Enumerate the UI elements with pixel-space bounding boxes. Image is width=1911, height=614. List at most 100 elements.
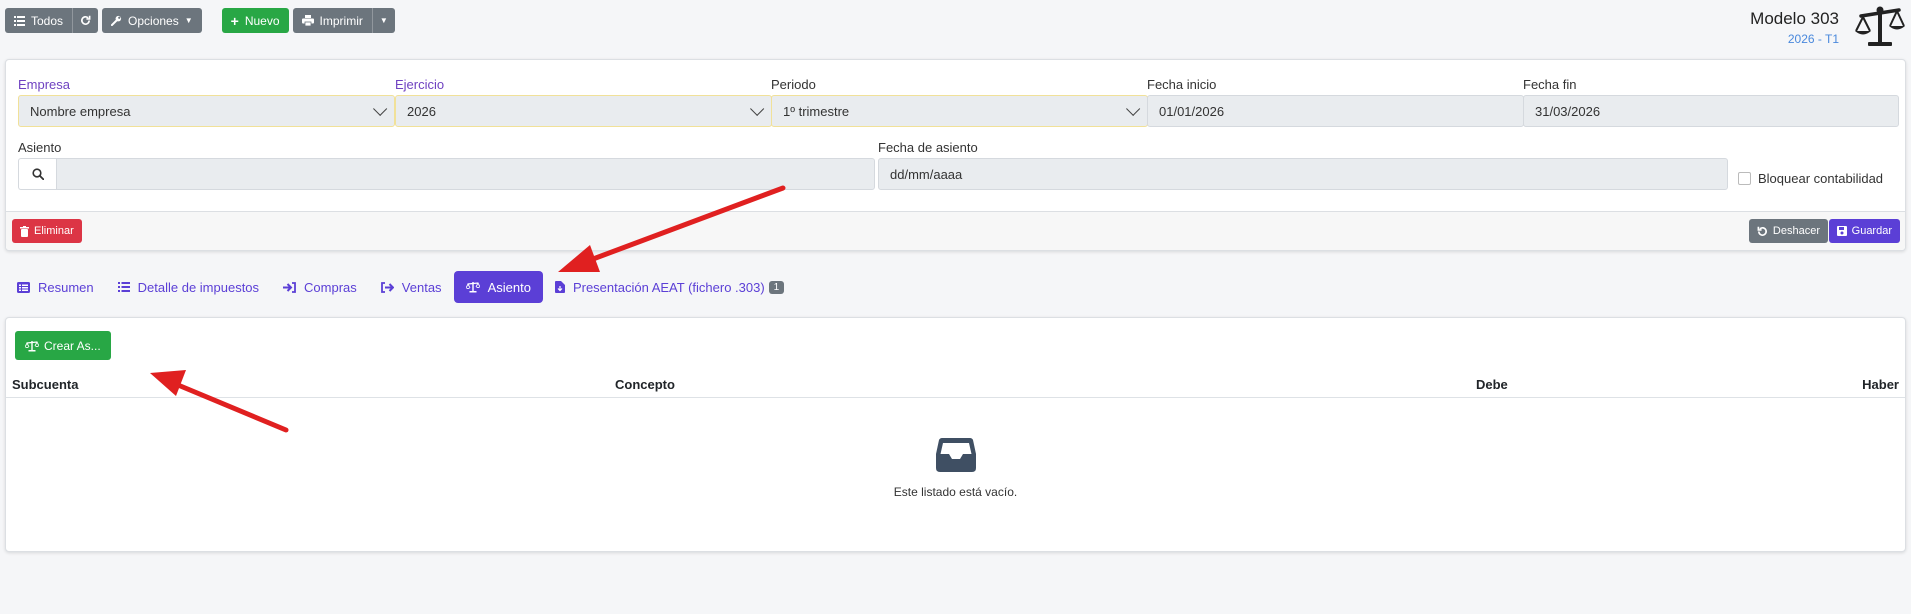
create-entry-button-label: Crear As...	[44, 338, 101, 353]
tab-asiento-label: Asiento	[487, 279, 531, 295]
caret-down-icon: ▼	[379, 16, 388, 25]
empresa-select[interactable]: Nombre empresa	[18, 95, 395, 127]
plus-icon: +	[230, 12, 239, 29]
save-icon	[1836, 226, 1847, 236]
caret-down-icon: ▼	[184, 16, 193, 25]
tab-bar: Resumen Detalle de impuestos Compras Ven…	[5, 271, 796, 303]
fecha-asiento-label: Fecha de asiento	[878, 140, 978, 155]
list-icon	[117, 282, 130, 292]
page-header: Modelo 303 2026 - T1	[1750, 9, 1839, 46]
asiento-search-button[interactable]	[18, 158, 56, 190]
top-toolbar: Todos Opciones ▼ + Nuevo Imprimir ▼	[5, 8, 395, 33]
balance-scale-icon	[25, 340, 39, 351]
fecha-asiento-input[interactable]: dd/mm/aaaa	[878, 158, 1728, 190]
empresa-value: Nombre empresa	[30, 103, 131, 119]
save-button-label: Guardar	[1851, 225, 1892, 237]
lock-accounting-label: Bloquear contabilidad	[1758, 171, 1884, 186]
asiento-field: Asiento	[18, 140, 875, 190]
delete-button-label: Eliminar	[34, 225, 74, 237]
all-button-group: Todos	[5, 8, 99, 33]
fecha-inicio-label: Fecha inicio	[1147, 77, 1217, 92]
tab-resumen[interactable]: Resumen	[5, 271, 106, 303]
delete-button[interactable]: Eliminar	[12, 219, 82, 243]
page-title: Modelo 303	[1750, 9, 1839, 28]
fecha-inicio-value: 01/01/2026	[1159, 103, 1225, 119]
print-button[interactable]: Imprimir	[292, 8, 372, 33]
undo-button-label: Deshacer	[1772, 225, 1820, 237]
fecha-fin-input[interactable]: 31/03/2026	[1523, 95, 1899, 127]
sign-in-icon	[283, 281, 296, 293]
asiento-input[interactable]	[56, 158, 875, 190]
tab-detalle-impuestos-label: Detalle de impuestos	[137, 279, 260, 295]
save-button[interactable]: Guardar	[1828, 219, 1900, 243]
periodo-select[interactable]: 1º trimestre	[771, 95, 1148, 127]
search-icon	[31, 168, 44, 180]
column-header-subcuenta: Subcuenta	[12, 377, 79, 392]
notification-badge: 1	[768, 280, 785, 294]
file-download-icon	[554, 281, 565, 293]
chevron-down-icon	[750, 101, 765, 116]
tab-presentacion-aeat-label: Presentación AEAT (fichero .303)	[572, 279, 765, 295]
periodo-label: Periodo	[771, 77, 816, 92]
tab-compras-label: Compras	[304, 279, 357, 295]
ejercicio-select[interactable]: 2026	[395, 95, 772, 127]
chevron-down-icon	[1126, 101, 1141, 116]
lock-accounting-checkbox[interactable]: Bloquear contabilidad	[1738, 171, 1883, 186]
asiento-label: Asiento	[18, 140, 62, 155]
tab-detalle-impuestos[interactable]: Detalle de impuestos	[106, 271, 271, 303]
tab-resumen-label: Resumen	[38, 279, 94, 295]
ejercicio-label: Ejercicio	[395, 77, 445, 92]
options-button[interactable]: Opciones ▼	[102, 8, 202, 33]
table-header: Subcuenta Concepto Debe Haber	[6, 373, 1905, 398]
column-header-concepto: Concepto	[615, 377, 675, 392]
column-header-debe: Debe	[1476, 377, 1508, 392]
new-button-label: Nuevo	[244, 13, 280, 28]
empresa-label: Empresa	[18, 77, 71, 92]
all-button-label: Todos	[31, 13, 64, 28]
tab-presentacion-aeat[interactable]: Presentación AEAT (fichero .303) 1	[543, 271, 796, 303]
fecha-inicio-input[interactable]: 01/01/2026	[1147, 95, 1524, 127]
tab-ventas[interactable]: Ventas	[369, 271, 454, 303]
empty-state: Este listado está vacío.	[6, 438, 1905, 499]
fecha-inicio-field: Fecha inicio 01/01/2026	[1147, 77, 1524, 127]
form-card: Empresa Nombre empresa Ejercicio 2026 Pe…	[5, 59, 1906, 251]
wrench-icon	[111, 15, 122, 26]
fecha-fin-value: 31/03/2026	[1535, 103, 1601, 119]
list-icon	[14, 15, 25, 26]
entries-card: Crear As... Subcuenta Concepto Debe Habe…	[5, 317, 1906, 552]
ejercicio-value: 2026	[407, 103, 436, 119]
refresh-button[interactable]	[72, 8, 99, 33]
refresh-icon	[81, 15, 91, 25]
new-button[interactable]: + Nuevo	[221, 8, 289, 33]
tab-asiento[interactable]: Asiento	[453, 271, 543, 303]
form-card-footer: Eliminar Deshacer Guardar	[6, 211, 1905, 250]
print-button-label: Imprimir	[319, 13, 363, 28]
print-icon	[301, 15, 314, 26]
undo-icon	[1757, 226, 1767, 236]
fecha-asiento-placeholder: dd/mm/aaaa	[890, 166, 963, 182]
fecha-fin-field: Fecha fin 31/03/2026	[1523, 77, 1899, 127]
sign-out-icon	[380, 281, 394, 293]
print-dropdown-button[interactable]: ▼	[371, 8, 395, 33]
empty-message: Este listado está vacío.	[893, 485, 1018, 499]
periodo-field: Periodo 1º trimestre	[771, 77, 1148, 127]
page-subtitle: 2026 - T1	[1787, 32, 1839, 46]
print-button-group: Imprimir ▼	[292, 8, 395, 33]
options-button-label: Opciones	[128, 13, 179, 28]
fecha-asiento-field: Fecha de asiento dd/mm/aaaa	[878, 140, 1728, 190]
list-alt-icon	[17, 281, 30, 293]
undo-button[interactable]: Deshacer	[1748, 219, 1828, 243]
checkbox-box[interactable]	[1738, 172, 1751, 185]
chevron-down-icon	[373, 101, 388, 116]
all-button[interactable]: Todos	[5, 8, 73, 33]
balance-scale-icon	[465, 282, 480, 293]
tab-ventas-label: Ventas	[401, 279, 442, 295]
periodo-value: 1º trimestre	[783, 103, 850, 119]
inbox-icon	[935, 438, 976, 472]
trash-icon	[20, 225, 29, 237]
fecha-fin-label: Fecha fin	[1523, 77, 1577, 92]
column-header-haber: Haber	[1862, 377, 1899, 392]
create-entry-button[interactable]: Crear As...	[15, 331, 111, 360]
ejercicio-field: Ejercicio 2026	[395, 77, 772, 127]
tab-compras[interactable]: Compras	[271, 271, 369, 303]
